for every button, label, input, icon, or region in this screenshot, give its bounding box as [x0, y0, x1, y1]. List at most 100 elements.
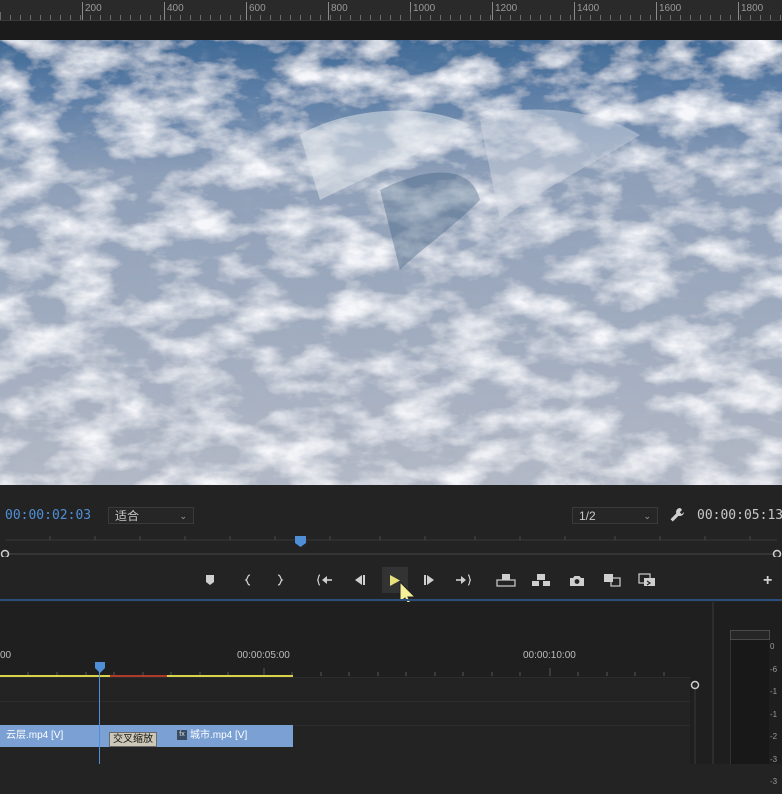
- ruler-minor-tick: [380, 15, 381, 20]
- ruler-minor-tick: [50, 15, 51, 20]
- ruler-minor-tick: [610, 15, 611, 20]
- ruler-minor-tick: [130, 15, 131, 20]
- ruler-major-tick: [164, 2, 165, 20]
- step-forward-button[interactable]: [418, 568, 442, 592]
- ruler-minor-tick: [330, 15, 331, 20]
- monitor-scrub-bar[interactable]: [0, 535, 782, 559]
- ruler-minor-tick: [640, 15, 641, 20]
- ruler-minor-tick: [730, 15, 731, 20]
- ruler-minor-tick: [440, 15, 441, 20]
- ruler-minor-tick: [230, 15, 231, 20]
- ruler-minor-tick: [500, 15, 501, 20]
- ruler-minor-tick: [470, 15, 471, 20]
- audio-meter-panel: 0 -6 -1 -1 -2 -3 -3: [712, 602, 782, 786]
- duration-timecode: 00:00:05:13: [697, 508, 782, 523]
- go-to-out-icon: [456, 574, 471, 586]
- ruler-minor-tick: [100, 15, 101, 20]
- ruler-minor-tick: [270, 15, 271, 20]
- timeline-vertical-scrollbar[interactable]: [690, 678, 700, 764]
- ruler-minor-tick: [620, 15, 621, 20]
- meter-tick: -6: [770, 664, 778, 674]
- ruler-minor-tick: [780, 15, 781, 20]
- ruler-label: 600: [249, 3, 266, 14]
- ruler-minor-tick: [480, 15, 481, 20]
- meter-tick: -1: [770, 709, 778, 719]
- mark-in-icon: [244, 574, 251, 586]
- lift-icon: [496, 574, 516, 587]
- ruler-minor-tick: [90, 15, 91, 20]
- ruler-minor-tick: [60, 15, 61, 20]
- export-frame-button[interactable]: [565, 568, 589, 592]
- ruler-minor-tick: [210, 15, 211, 20]
- timeline-time-label-start: 00: [0, 650, 12, 661]
- program-monitor-controls: 00:00:02:03 适合 ⌄ 1/2 ⌄ 00:00:05:13 +: [0, 485, 782, 607]
- ruler-minor-tick: [360, 15, 361, 20]
- ruler-minor-tick: [770, 15, 771, 20]
- timeline-track-v2[interactable]: [0, 701, 690, 726]
- ruler-minor-tick: [660, 15, 661, 20]
- meter-tick: -3: [770, 754, 778, 764]
- monitor-top-strip: [0, 21, 782, 40]
- ruler-minor-tick: [720, 15, 721, 20]
- resolution-dropdown[interactable]: 1/2 ⌄: [572, 507, 658, 524]
- ruler-minor-tick: [350, 15, 351, 20]
- meter-header: [730, 630, 770, 640]
- ruler-minor-tick: [670, 15, 671, 20]
- proxy-icon: [638, 573, 655, 586]
- mark-out-button[interactable]: [268, 568, 292, 592]
- ruler-minor-tick: [710, 15, 711, 20]
- ruler-minor-tick: [170, 15, 171, 20]
- step-forward-icon: [424, 575, 434, 585]
- ruler-minor-tick: [400, 15, 401, 20]
- ruler-label: 1200: [495, 3, 518, 14]
- timeline-track-v3[interactable]: [0, 677, 690, 702]
- panel-divider: [0, 599, 782, 601]
- audio-meter-bar: [730, 640, 769, 764]
- ruler-label: 1000: [413, 3, 436, 14]
- clip-city[interactable]: 城市.mp4 [V]: [136, 725, 293, 747]
- lift-button[interactable]: [494, 568, 518, 592]
- ruler-minor-tick: [260, 15, 261, 20]
- step-back-button[interactable]: [347, 568, 371, 592]
- timeline-playhead[interactable]: [94, 661, 106, 673]
- ruler-minor-tick: [550, 15, 551, 20]
- cross-zoom-transition[interactable]: 交叉缩放: [109, 732, 157, 747]
- ruler-minor-tick: [240, 15, 241, 20]
- program-monitor-video[interactable]: [0, 40, 782, 485]
- extract-button[interactable]: [529, 568, 553, 592]
- ruler-label: 400: [167, 3, 184, 14]
- chevron-down-icon: ⌄: [643, 511, 651, 521]
- zoom-dropdown[interactable]: 适合 ⌄: [108, 507, 194, 524]
- go-to-in-button[interactable]: [313, 568, 337, 592]
- chevron-down-icon: ⌄: [179, 511, 187, 521]
- ruler-minor-tick: [540, 15, 541, 20]
- ruler-minor-tick: [630, 15, 631, 20]
- add-button[interactable]: +: [763, 572, 772, 590]
- monitor-playhead[interactable]: [294, 535, 308, 548]
- ruler-minor-tick: [110, 15, 111, 20]
- ruler-label: 1400: [577, 3, 600, 14]
- ruler-label: 1600: [659, 3, 682, 14]
- toggle-proxy-button[interactable]: [635, 568, 659, 592]
- ruler-minor-tick: [490, 15, 491, 20]
- timeline-panel: 00 00:00:05:00 00:00:10:00 云层.mp4 [V] 城市…: [0, 602, 712, 765]
- go-to-out-button[interactable]: [451, 568, 475, 592]
- ruler-minor-tick: [140, 15, 141, 20]
- current-timecode[interactable]: 00:00:02:03: [5, 508, 91, 523]
- meter-tick: -3: [770, 777, 778, 786]
- mark-in-button[interactable]: [236, 568, 260, 592]
- ruler-minor-tick: [340, 15, 341, 20]
- resolution-dropdown-value: 1/2: [579, 509, 596, 523]
- add-marker-button[interactable]: [198, 568, 222, 592]
- meter-tick: 0: [770, 642, 775, 651]
- ruler-minor-tick: [600, 15, 601, 20]
- meter-scale: 0 -6 -1 -1 -2 -3 -3: [770, 636, 777, 794]
- ruler-minor-tick: [80, 15, 81, 20]
- wrench-icon[interactable]: [668, 506, 686, 524]
- mark-out-icon: [277, 574, 284, 586]
- ruler-minor-tick: [190, 15, 191, 20]
- ruler-minor-tick: [180, 15, 181, 20]
- ruler-label: 1800: [741, 3, 764, 14]
- ruler-minor-tick: [430, 15, 431, 20]
- compare-view-button[interactable]: [600, 568, 624, 592]
